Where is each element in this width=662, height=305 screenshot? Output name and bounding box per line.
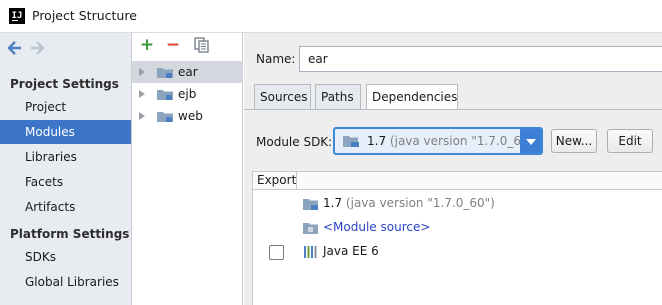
sdk-folder-icon [343, 136, 359, 147]
dependency-detail: (java version "1.7.0_60") [345, 196, 495, 210]
new-sdk-button[interactable]: New... [551, 129, 597, 153]
dependencies-table: Export 1.7 (java version "1.7.0_60") <Mo… [252, 171, 662, 305]
tab-sources[interactable]: Sources [254, 84, 311, 110]
tab-paths[interactable]: Paths [315, 84, 361, 110]
dependency-name: 1.7 [323, 196, 343, 210]
module-details-panel: Name: ear Sources Paths Dependencies Mod… [244, 33, 662, 305]
nav-item-artifacts[interactable]: Artifacts [0, 195, 131, 219]
nav-item-libraries[interactable]: Libraries [0, 145, 131, 169]
expand-arrow-icon[interactable] [139, 90, 145, 98]
export-checkbox[interactable] [269, 245, 284, 260]
title-bar: IJ Project Structure [0, 0, 662, 33]
table-row[interactable]: <Module source> [253, 216, 662, 240]
dependency-label: 1.7 (java version "1.7.0_60") [323, 196, 495, 210]
expand-arrow-icon[interactable] [139, 68, 145, 76]
arrow-right-icon[interactable] [28, 39, 46, 57]
module-folder-icon [157, 68, 173, 78]
module-name: ear [178, 65, 198, 79]
plus-icon[interactable]: + [138, 36, 156, 54]
intellij-app-icon: IJ [9, 8, 25, 24]
tree-item-ear[interactable]: ear [132, 61, 243, 83]
tree-item-web[interactable]: web [132, 105, 243, 127]
dependency-name: <Module source> [323, 220, 431, 234]
module-folder-icon [157, 112, 173, 122]
nav-item-sdks[interactable]: SDKs [0, 245, 131, 269]
expand-arrow-icon[interactable] [139, 112, 145, 120]
module-sdk-select[interactable]: 1.7 (java version "1.7.0_60") [333, 127, 543, 155]
platform-settings-heading: Platform Settings [10, 227, 130, 241]
module-sdk-label: Module SDK: [256, 135, 333, 149]
nav-item-facets[interactable]: Facets [0, 170, 131, 194]
tab-divider [244, 109, 662, 110]
module-folder-icon [157, 90, 173, 100]
project-settings-heading: Project Settings [10, 77, 119, 91]
name-label: Name: [256, 52, 296, 66]
copy-icon[interactable] [192, 36, 210, 54]
tab-dependencies[interactable]: Dependencies [366, 84, 458, 110]
edit-sdk-button[interactable]: Edit [607, 129, 653, 153]
export-column-header[interactable]: Export [253, 172, 297, 190]
module-name: ejb [178, 87, 197, 101]
table-row[interactable]: 1.7 (java version "1.7.0_60") [253, 192, 662, 216]
module-toolbar: + − [132, 33, 243, 59]
nav-item-modules[interactable]: Modules [0, 120, 131, 144]
module-source-folder-icon [303, 223, 318, 234]
dependency-name: Java EE 6 [323, 244, 379, 258]
nav-item-project[interactable]: Project [0, 95, 131, 119]
minus-icon[interactable]: − [164, 36, 182, 54]
sdk-folder-icon [303, 199, 318, 210]
module-name-input[interactable]: ear [299, 46, 662, 72]
module-name: web [178, 109, 203, 123]
nav-item-global-libraries[interactable]: Global Libraries [0, 270, 131, 294]
tree-item-ejb[interactable]: ejb [132, 83, 243, 105]
arrow-left-icon[interactable] [6, 39, 24, 57]
window-title: Project Structure [32, 8, 137, 23]
table-header: Export [253, 172, 662, 190]
chevron-down-icon[interactable] [520, 129, 541, 153]
sdk-version: (java version "1.7.0_60") [389, 134, 539, 148]
settings-sidebar: Project Settings Project Modules Librari… [0, 33, 132, 305]
library-icon [304, 246, 317, 258]
sdk-name: 1.7 [367, 134, 387, 148]
sdk-selected-value: 1.7 (java version "1.7.0_60") [367, 134, 539, 148]
table-row[interactable]: Java EE 6 [253, 240, 662, 264]
module-tree-panel: + − ear ejb web [132, 33, 243, 305]
